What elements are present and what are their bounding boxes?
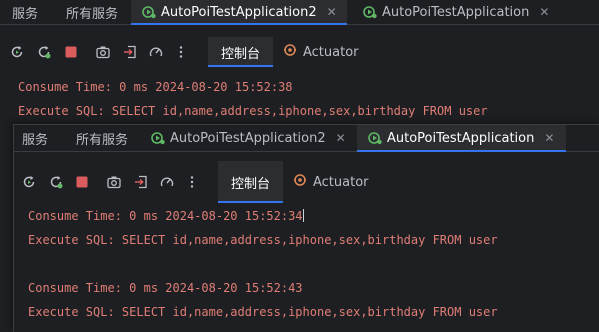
close-icon[interactable]: ✕ (539, 5, 549, 19)
actuator-icon (293, 173, 307, 191)
tab-services[interactable]: 服务 (12, 0, 38, 24)
tab-label: 控制台 (231, 176, 271, 192)
tab-autopoi-app[interactable]: AutoPoiTestApplication ✕ (362, 0, 549, 24)
tab-actuator[interactable]: Actuator (283, 37, 359, 67)
tab-label: 服务 (22, 132, 49, 148)
gauge-icon[interactable] (160, 175, 174, 189)
run-config-icon (150, 131, 166, 145)
console-toolbar: 控制台 Actuator (14, 161, 599, 203)
log-line: Consume Time: 0 ms 2024-08-20 15:52:43 (28, 281, 303, 295)
log-line: Execute SQL: SELECT id,name,address,ipho… (18, 104, 488, 118)
exit-icon[interactable] (134, 175, 148, 189)
restart-icon[interactable] (37, 45, 51, 59)
close-icon[interactable]: ✕ (544, 131, 554, 145)
stop-icon[interactable] (75, 175, 89, 189)
stop-icon[interactable] (64, 45, 78, 59)
tab-console[interactable]: 控制台 (208, 37, 274, 67)
services-panel-front: 服务 所有服务 AutoPoiTestApplication2 ✕ AutoPo… (13, 124, 599, 332)
tab-label: 所有服务 (66, 6, 119, 22)
tab-console[interactable]: 控制台 (218, 161, 284, 203)
more-icon[interactable] (174, 45, 188, 59)
tab-label: AutoPoiTestApplication (382, 4, 530, 20)
log-line: Execute SQL: SELECT id,name,address,ipho… (28, 305, 498, 319)
gauge-icon[interactable] (149, 45, 163, 59)
tab-autopoi-app2[interactable]: AutoPoiTestApplication2 ✕ (131, 0, 347, 25)
tab-label: Actuator (303, 44, 359, 60)
tab-label: 所有服务 (76, 132, 129, 148)
log-line: Consume Time: 0 ms 2024-08-20 15:52:38 (18, 80, 293, 94)
tab-bar: 服务 所有服务 AutoPoiTestApplication2 ✕ AutoPo… (0, 0, 599, 25)
tab-label: AutoPoiTestApplication (387, 130, 535, 146)
run-config-icon (141, 5, 157, 19)
tab-autopoi-app[interactable]: AutoPoiTestApplication ✕ (357, 125, 566, 152)
tab-all-services[interactable]: 所有服务 (76, 125, 128, 151)
camera-icon[interactable] (107, 175, 121, 189)
camera-icon[interactable] (96, 45, 110, 59)
close-icon[interactable]: ✕ (327, 5, 337, 19)
tab-label: Actuator (313, 174, 369, 190)
more-icon[interactable] (185, 175, 199, 189)
console-toolbar: 控制台 Actuator (0, 37, 599, 67)
tab-label: 服务 (12, 6, 39, 22)
log-line: Consume Time: 0 ms 2024-08-20 15:52:34 (28, 209, 304, 223)
tab-bar: 服务 所有服务 AutoPoiTestApplication2 ✕ AutoPo… (14, 125, 599, 152)
actuator-icon (283, 43, 297, 61)
restart-icon[interactable] (49, 175, 63, 189)
tab-label: AutoPoiTestApplication2 (161, 4, 317, 20)
exit-icon[interactable] (123, 45, 137, 59)
tab-autopoi-app2[interactable]: AutoPoiTestApplication2 ✕ (150, 125, 346, 151)
close-icon[interactable]: ✕ (336, 131, 346, 145)
tab-label: 控制台 (221, 46, 261, 62)
log-line: Execute SQL: SELECT id,name,address,ipho… (28, 233, 498, 247)
rerun-icon[interactable] (22, 175, 36, 189)
tab-services[interactable]: 服务 (22, 125, 48, 151)
tab-all-services[interactable]: 所有服务 (66, 0, 118, 24)
run-config-icon (367, 131, 383, 145)
text-caret (302, 209, 304, 222)
run-config-icon (362, 5, 378, 19)
tab-label: AutoPoiTestApplication2 (170, 130, 326, 146)
log-line-text: Consume Time: 0 ms 2024-08-20 15:52:34 (28, 209, 303, 223)
rerun-icon[interactable] (10, 45, 24, 59)
tab-actuator[interactable]: Actuator (293, 161, 369, 203)
